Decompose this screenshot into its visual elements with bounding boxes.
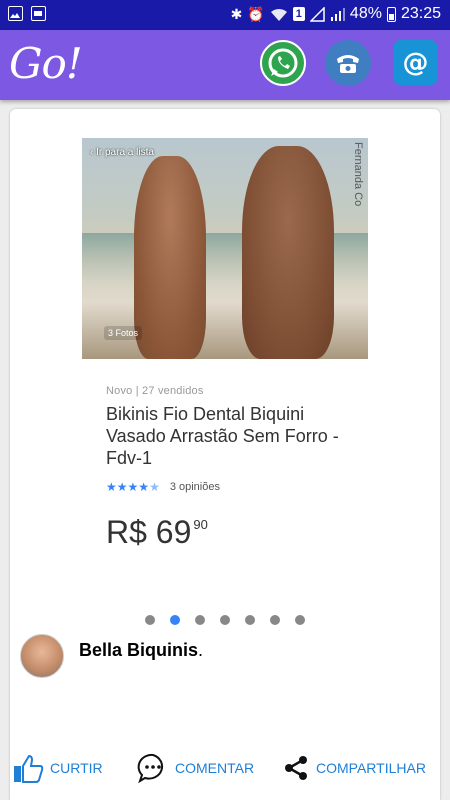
rating-count: 3 opiniões — [169, 481, 220, 493]
card-notification-icon — [31, 6, 46, 21]
comment-icon — [137, 753, 164, 784]
battery-icon — [386, 6, 396, 22]
svg-text:@: @ — [403, 48, 429, 78]
clock: 23:25 — [400, 5, 441, 22]
gallery-notification-icon — [8, 6, 23, 21]
like-label: CURTIR — [50, 760, 103, 776]
page-name[interactable]: Bella Biquinis. — [79, 640, 203, 661]
share-button[interactable]: COMPARTILHAR — [282, 749, 426, 787]
status-right-icons: ✱ ⏰ 1 48% 23:25 — [231, 5, 441, 23]
whatsapp-button[interactable] — [260, 40, 306, 86]
price-cents: 90 — [193, 517, 208, 532]
star-icon: ★ — [116, 480, 128, 494]
email-icon: @ — [403, 48, 429, 78]
bluetooth-icon: ✱ — [230, 6, 243, 22]
alarm-icon: ⏰ — [247, 6, 265, 22]
status-bar: ✱ ⏰ 1 48% 23:25 — [0, 0, 450, 30]
back-to-list-link: ‹ Ir para a lista — [90, 147, 154, 158]
star-icon: ★ — [127, 480, 139, 494]
wifi-icon — [270, 8, 287, 21]
like-button[interactable]: CURTIR — [12, 749, 103, 787]
product-meta: Novo | 27 vendidos — [106, 385, 204, 397]
comment-button[interactable]: COMENTAR — [137, 749, 254, 787]
carousel-dot[interactable] — [220, 615, 230, 625]
carousel-dot-active[interactable] — [170, 615, 180, 625]
page-name-suffix: . — [198, 640, 204, 660]
model-figure-left — [134, 156, 206, 359]
share-label: COMPARTILHAR — [316, 760, 426, 776]
phone-icon — [337, 55, 359, 73]
email-button[interactable]: @ — [393, 40, 438, 85]
signal-icon — [309, 6, 325, 22]
half-star-icon: ★ — [149, 480, 160, 494]
notification-badge: 1 — [292, 7, 305, 21]
image-watermark: Fernanda Co — [352, 142, 364, 207]
carousel-dot[interactable] — [195, 615, 205, 625]
share-icon — [285, 756, 307, 780]
signal-strength-icon — [330, 7, 345, 21]
product-title: Bikinis Fio Dental Biquini Vasado Arrast… — [106, 404, 339, 468]
carousel-dot[interactable] — [270, 615, 280, 625]
app-bar: Go! @ — [0, 30, 450, 100]
page-avatar[interactable] — [20, 634, 64, 678]
photo-count: 3 Fotos — [104, 326, 143, 340]
comment-label: COMENTAR — [175, 760, 255, 776]
carousel-dot[interactable] — [245, 615, 255, 625]
carousel-indicator — [145, 615, 305, 625]
product-price: R$ 69 90 — [106, 514, 208, 551]
product-image[interactable]: ‹ Ir para a lista 3 Fotos Fernanda Co — [82, 138, 368, 359]
product-rating: ★ ★ ★ ★ ★ 3 opiniões — [106, 481, 220, 493]
status-left-icons — [8, 6, 46, 21]
star-icon: ★ — [138, 480, 150, 494]
carousel-dot[interactable] — [295, 615, 305, 625]
model-figure-right — [242, 146, 334, 359]
page-name-text: Bella Biquinis — [79, 640, 199, 660]
phone-button[interactable] — [325, 40, 371, 86]
battery-percentage: 48% — [349, 5, 382, 22]
post-actions: CURTIR COMENTAR COMPARTILHAR — [10, 749, 440, 789]
price-main: R$ 69 — [106, 514, 192, 550]
carousel-dot[interactable] — [145, 615, 155, 625]
star-icon: ★ — [106, 480, 117, 494]
app-logo[interactable]: Go! — [9, 39, 83, 88]
post-card: ‹ Ir para a lista 3 Fotos Fernanda Co No… — [10, 109, 440, 800]
whatsapp-icon — [268, 48, 298, 78]
thumbs-up-icon — [14, 754, 44, 783]
